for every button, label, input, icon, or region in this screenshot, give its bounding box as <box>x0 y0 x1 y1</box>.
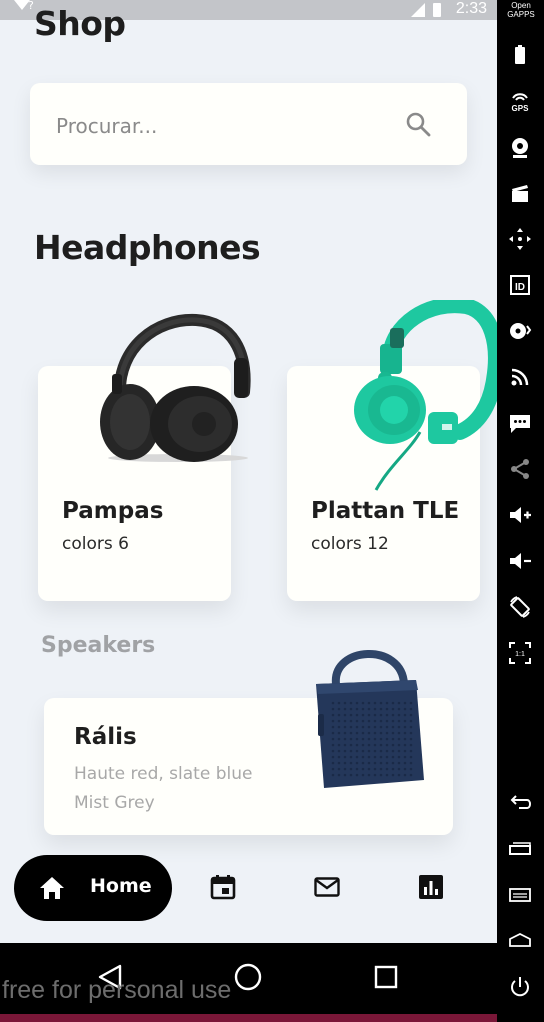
svg-text:1:1: 1:1 <box>515 651 525 658</box>
nav-home-button[interactable]: Home <box>14 855 172 921</box>
sms-icon[interactable] <box>507 410 533 436</box>
home-circle-icon[interactable] <box>233 962 263 992</box>
svg-text:ID: ID <box>515 282 525 293</box>
product-name: Plattan TLE <box>311 498 460 524</box>
rss-icon[interactable] <box>507 364 533 390</box>
search-input[interactable] <box>54 107 388 145</box>
calendar-icon[interactable] <box>210 874 236 900</box>
fullscreen-icon[interactable]: 1:1 <box>507 640 533 666</box>
back-icon[interactable] <box>507 790 533 816</box>
clapper-icon[interactable] <box>507 180 533 206</box>
volume-up-icon[interactable] <box>507 502 533 528</box>
status-indicator: ? <box>28 0 34 12</box>
menu-icon[interactable] <box>507 882 533 908</box>
home-icon <box>40 877 64 899</box>
bottom-color-strip <box>0 1014 497 1022</box>
black-headphones-image <box>100 313 251 462</box>
camera-icon[interactable] <box>507 134 533 160</box>
watermark-text: free for personal use <box>2 976 232 1004</box>
svg-text:GPS: GPS <box>512 104 530 113</box>
emulator-sidebar: Open GAPPS GPS ID 1:1 <box>497 0 544 1022</box>
recents-square-icon[interactable] <box>371 962 401 992</box>
product-name: Pampas <box>62 498 164 524</box>
emulator-home-icon[interactable] <box>507 928 533 954</box>
status-time: 2:33 <box>455 0 487 17</box>
search-bar[interactable] <box>30 83 467 165</box>
nav-home-label: Home <box>90 875 152 897</box>
mail-icon[interactable] <box>314 874 340 900</box>
gps-icon[interactable]: GPS <box>507 88 533 114</box>
battery-icon[interactable] <box>507 42 533 68</box>
move-icon[interactable] <box>507 226 533 252</box>
product-colors: colors 6 <box>62 534 129 554</box>
opengapps-logo: Open GAPPS <box>507 1 535 19</box>
bottom-navigation: Home <box>0 850 497 930</box>
id-icon[interactable]: ID <box>507 272 533 298</box>
section-title-speakers: Speakers <box>41 633 156 658</box>
blue-speaker-image <box>316 650 424 788</box>
product-description-line1: Haute red, slate blue <box>74 764 253 784</box>
bar-chart-icon[interactable] <box>418 874 444 900</box>
product-colors: colors 12 <box>311 534 389 554</box>
recents-icon[interactable] <box>507 836 533 862</box>
product-name: Rális <box>74 724 137 750</box>
product-description-line2: Mist Grey <box>74 793 155 813</box>
share-icon[interactable] <box>507 456 533 482</box>
volume-down-icon[interactable] <box>507 548 533 574</box>
signal-icon <box>411 3 425 17</box>
power-icon[interactable] <box>507 974 533 1000</box>
search-icon[interactable] <box>405 111 431 137</box>
section-title-headphones: Headphones <box>34 228 261 267</box>
app-screen: ? 2:33 Shop Headphones Pampas colors 6 P… <box>0 0 497 943</box>
battery-status-icon <box>433 3 441 17</box>
page-title: Shop <box>34 4 126 43</box>
disc-icon[interactable] <box>507 318 533 344</box>
green-headphones-image <box>354 300 497 491</box>
rotate-icon[interactable] <box>507 594 533 620</box>
